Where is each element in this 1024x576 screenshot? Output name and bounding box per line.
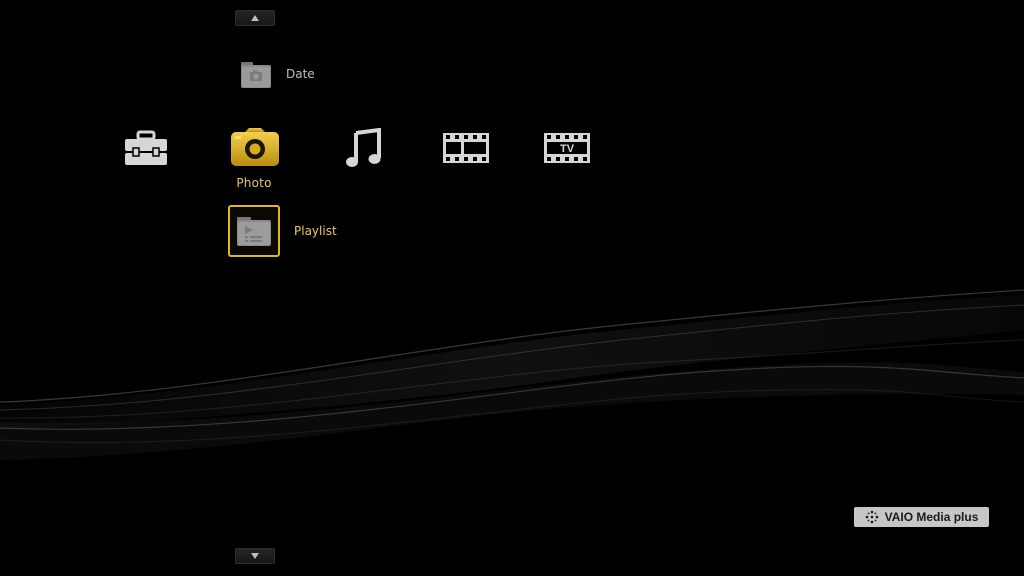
film-strip-icon (443, 133, 489, 163)
sub-item-playlist[interactable]: Playlist (228, 205, 337, 257)
music-note-icon (346, 128, 381, 167)
chevron-down-icon (251, 553, 259, 559)
xmb-screen: Date Photo TV Playlist VAIO Media plus (0, 0, 1024, 576)
category-photo[interactable] (228, 124, 282, 172)
vaio-dots-icon (865, 510, 878, 524)
brand-label: VAIO Media plus (884, 510, 979, 524)
background-waves (0, 289, 1024, 460)
camera-folder-icon (241, 62, 271, 88)
category-label-photo: Photo (236, 176, 272, 190)
category-settings[interactable] (122, 124, 170, 172)
category-music[interactable] (344, 124, 384, 172)
tv-film-icon: TV (544, 133, 590, 163)
tv-icon-label: TV (560, 143, 575, 155)
toolbox-icon (125, 130, 167, 165)
playlist-folder-icon (237, 217, 271, 246)
selection-highlight (228, 205, 280, 257)
sub-item-date[interactable]: Date (240, 59, 315, 89)
vaio-media-plus-badge: VAIO Media plus (854, 507, 989, 527)
scroll-down-button[interactable] (235, 548, 275, 564)
category-video[interactable] (441, 124, 491, 172)
sub-item-label: Date (286, 67, 315, 81)
sub-item-label: Playlist (294, 224, 337, 238)
chevron-up-icon (251, 15, 259, 21)
camera-icon (231, 128, 279, 166)
category-tv[interactable]: TV (542, 124, 592, 172)
scroll-up-button[interactable] (235, 10, 275, 26)
